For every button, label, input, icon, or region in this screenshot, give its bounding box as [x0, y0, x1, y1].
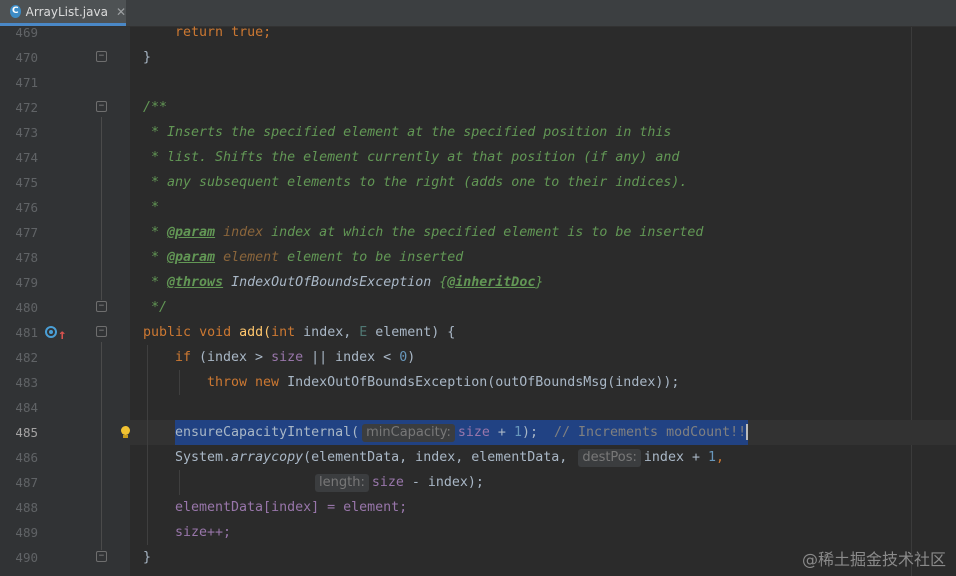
- fold-icon[interactable]: −: [96, 101, 107, 112]
- parameter-hint: length:: [315, 474, 369, 492]
- line-number: 482: [15, 350, 38, 365]
- tab-label: ArrayList.java: [25, 4, 108, 19]
- code-line-current: 485 ensureCapacityInternal(minCapacity: s…: [0, 420, 956, 445]
- code-line: 483 throw new IndexOutOfBoundsException(…: [0, 370, 956, 395]
- selected-code[interactable]: ensureCapacityInternal(minCapacity: size …: [175, 420, 749, 445]
- code-line: 481 ↑ − public void add(int index, E ele…: [0, 320, 956, 345]
- code-line: 489 size++;: [0, 520, 956, 545]
- fold-icon[interactable]: −: [96, 301, 107, 312]
- code-line: 471: [0, 70, 956, 95]
- code-line: 482 if (index > size || index < 0): [0, 345, 956, 370]
- code-line: 478 * @param element element to be inser…: [0, 245, 956, 270]
- code-line: 486 System.arraycopy(elementData, index,…: [0, 445, 956, 470]
- line-number: 484: [15, 400, 38, 415]
- code-line: 470 − }: [0, 45, 956, 70]
- line-number: 475: [15, 175, 38, 190]
- line-number: 476: [15, 200, 38, 215]
- watermark: @稀土掘金技术社区: [801, 550, 946, 569]
- code-line: 480 − */: [0, 295, 956, 320]
- code-line: 476 *: [0, 195, 956, 220]
- code-line: 488 elementData[index] = element;: [0, 495, 956, 520]
- parameter-hint: destPos:: [578, 449, 641, 467]
- code-line: 477 * @param index index at which the sp…: [0, 220, 956, 245]
- code-line: 474 * list. Shifts the element currently…: [0, 145, 956, 170]
- line-number: 469: [15, 25, 38, 40]
- java-class-icon: C: [10, 5, 21, 18]
- line-number: 474: [15, 150, 38, 165]
- line-number: 488: [15, 500, 38, 515]
- line-number: 487: [15, 475, 38, 490]
- line-number: 489: [15, 525, 38, 540]
- code-line: 469 return true;: [0, 20, 956, 45]
- overrides-method-icon[interactable]: [45, 326, 57, 338]
- lightbulb-icon[interactable]: [120, 426, 130, 438]
- line-number: 481: [15, 325, 38, 340]
- code-line: 472 − /**: [0, 95, 956, 120]
- line-number: 490: [15, 550, 38, 565]
- line-number: 479: [15, 275, 38, 290]
- line-number: 470: [15, 50, 38, 65]
- code-line: 484: [0, 395, 956, 420]
- line-number: 483: [15, 375, 38, 390]
- line-number: 478: [15, 250, 38, 265]
- code-line: 475 * any subsequent elements to the rig…: [0, 170, 956, 195]
- text-caret: [746, 424, 749, 440]
- code-line: 473 * Inserts the specified element at t…: [0, 120, 956, 145]
- line-number: 485: [15, 425, 38, 440]
- line-number: 480: [15, 300, 38, 315]
- line-number: 473: [15, 125, 38, 140]
- line-number: 477: [15, 225, 38, 240]
- line-number: 472: [15, 100, 38, 115]
- close-icon[interactable]: ✕: [116, 5, 126, 19]
- code-line: 479 * @throws IndexOutOfBoundsException …: [0, 270, 956, 295]
- line-number: 471: [15, 75, 38, 90]
- parameter-hint: minCapacity:: [362, 424, 455, 442]
- code-line: 487 length: size - index);: [0, 470, 956, 495]
- fold-icon[interactable]: −: [96, 326, 107, 337]
- fold-icon[interactable]: −: [96, 51, 107, 62]
- line-number: 486: [15, 450, 38, 465]
- fold-icon[interactable]: −: [96, 551, 107, 562]
